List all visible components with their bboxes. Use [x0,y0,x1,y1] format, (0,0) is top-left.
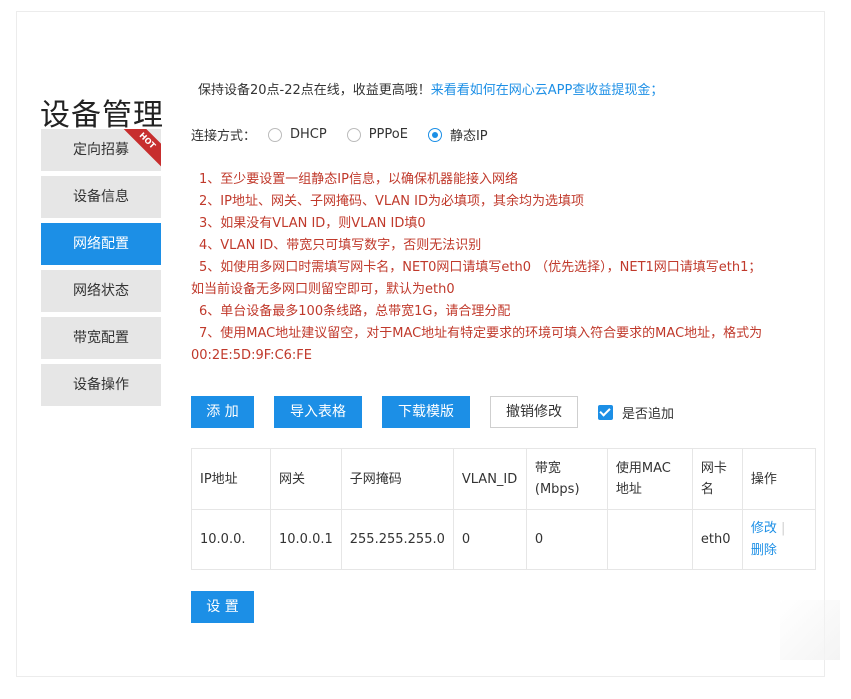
sidebar-item-label: 网络状态 [73,283,129,299]
add-button[interactable]: 添 加 [191,396,254,428]
config-rules: 1、至少要设置一组静态IP信息，以确保机器能接入网络 2、IP地址、网关、子网掩… [191,169,811,367]
op-separator: | [781,520,786,536]
cell-operation: 修改 | 删除 [741,509,816,570]
col-bandwidth-label: 带宽 [534,461,561,476]
radio-static-ip[interactable]: 静态IP [427,125,502,144]
radio-button-checked[interactable] [427,127,442,142]
rule-line: 00:2E:5D:9F:C6:FE [191,348,312,363]
col-ip: IP地址 [191,448,271,510]
sidebar-item-label: 网络配置 [73,236,129,252]
rule-line: 7、使用MAC地址建议留空，对于MAC地址有特定要求的环境可填入符合要求的MAC… [199,326,763,341]
rule-line: 1、至少要设置一组静态IP信息，以确保机器能接入网络 [199,172,518,187]
append-label: 是否追加 [622,407,675,422]
notice-bar: 保持设备20点-22点在线，收益更高哦！来看看如何在网心云APP查收益提现金； [198,79,663,98]
corner-fade-decoration [780,600,840,660]
rule-line: 4、VLAN ID、带宽只可填写数字，否则无法识别 [199,238,482,253]
sidebar-item-network-status[interactable]: 网络状态 [41,270,161,312]
delete-link[interactable]: 删除 [751,540,807,562]
submit-settings-button[interactable]: 设 置 [191,591,254,623]
sidebar-item-label: 设备操作 [73,377,129,393]
rule-line: 如当前设备无多网口则留空即可，默认为eth0 [191,282,455,297]
col-vlan: VLAN_ID [452,448,527,510]
col-mask: 子网掩码 [340,448,454,510]
cell-bandwidth[interactable]: 0 [525,509,608,570]
col-nic-label: 网卡 [700,461,727,476]
edit-link-label: 修改 [750,520,777,536]
checkbox-checked-icon[interactable] [598,405,613,420]
connection-mode-label: 连接方式： [191,129,257,144]
notice-text: 保持设备20点-22点在线，收益更高哦！ [198,83,431,98]
cell-vlan[interactable]: 0 [452,509,527,570]
sidebar-item-label: 带宽配置 [73,330,129,346]
col-nic-label-2: 名 [700,482,714,497]
col-nic: 网卡 名 [691,448,743,510]
radio-pppoe[interactable]: PPPoE [346,127,422,142]
import-table-button[interactable]: 导入表格 [274,396,362,428]
cell-mac[interactable] [606,509,693,570]
radio-label: 静态IP [449,129,488,144]
cell-nic[interactable]: eth0 [691,509,743,570]
sidebar-item-label: 设备信息 [73,189,129,205]
table-header-row: IP地址 网关 子网掩码 VLAN_ID 带宽 (Mbps) 使用MAC 地址 … [191,448,816,510]
connection-mode: 连接方式： DHCP PPPoE 静态IP [191,125,502,144]
col-operation: 操作 [741,448,816,510]
undo-changes-button[interactable]: 撤销修改 [490,396,578,428]
edit-link[interactable]: 修改 | [751,518,807,540]
radio-dhcp[interactable]: DHCP [268,127,341,142]
rule-line: 2、IP地址、网关、子网掩码、VLAN ID为必填项，其余均为选填项 [199,194,584,209]
sidebar: 定向招募 HOT 设备信息 网络配置 网络状态 带宽配置 设备操作 [41,129,161,411]
cell-ip[interactable]: 10.0.0. [191,509,271,570]
radio-button[interactable] [346,127,361,142]
cell-mask[interactable]: 255.255.255.0 [340,509,454,570]
sidebar-item-network-config[interactable]: 网络配置 [41,223,161,265]
rule-line: 5、如使用多网口时需填写网卡名，NET0网口请填写eth0 （优先选择），NET… [199,260,762,275]
table-row: 10.0.0. 10.0.0.1 255.255.255.0 0 0 eth0 … [191,509,816,570]
sidebar-item-device-operation[interactable]: 设备操作 [41,364,161,406]
sidebar-item-device-info[interactable]: 设备信息 [41,176,161,218]
col-gateway: 网关 [270,448,342,510]
sidebar-item-label: 定向招募 [73,142,129,158]
radio-label: DHCP [290,127,327,142]
col-bandwidth: 带宽 (Mbps) [525,448,608,510]
col-mac-label-2: 地址 [615,482,642,497]
append-checkbox[interactable]: 是否追加 [598,403,674,422]
radio-label: PPPoE [368,127,408,142]
col-bandwidth-unit: (Mbps) [534,482,580,497]
ip-config-table: IP地址 网关 子网掩码 VLAN_ID 带宽 (Mbps) 使用MAC 地址 … [191,448,816,570]
sidebar-item-bandwidth-config[interactable]: 带宽配置 [41,317,161,359]
radio-button[interactable] [268,127,283,142]
col-mac: 使用MAC 地址 [606,448,693,510]
download-template-button[interactable]: 下载模版 [382,396,470,428]
sidebar-item-directed-recruit[interactable]: 定向招募 HOT [41,129,161,171]
page-title: 设备管理 [40,98,164,134]
cell-gateway[interactable]: 10.0.0.1 [270,509,342,570]
earnings-help-link[interactable]: 来看看如何在网心云APP查收益提现金； [431,83,664,98]
rule-line: 3、如果没有VLAN ID，则VLAN ID填0 [199,216,426,231]
col-mac-label: 使用MAC [615,461,671,476]
rule-line: 6、单台设备最多100条线路，总带宽1G，请合理分配 [199,304,511,319]
